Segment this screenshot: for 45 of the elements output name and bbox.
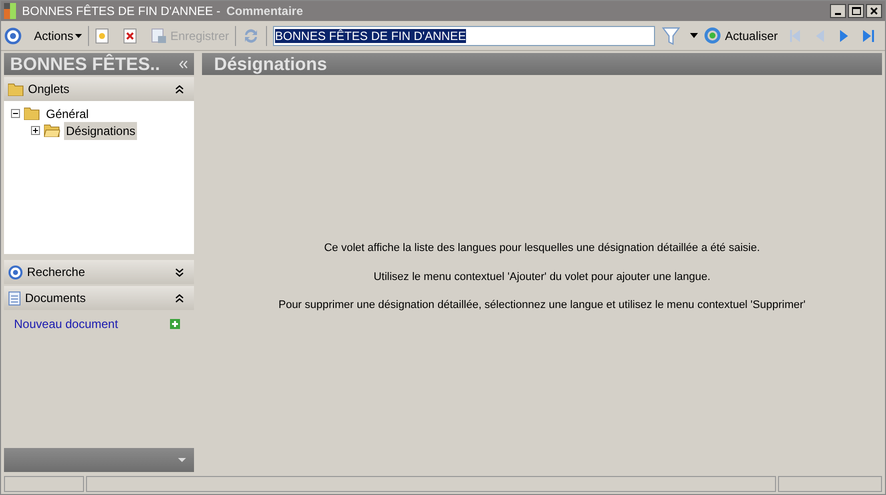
folder-icon	[8, 82, 24, 96]
maximize-button[interactable]	[848, 4, 864, 18]
target-icon[interactable]	[4, 26, 22, 44]
add-icon[interactable]	[170, 319, 180, 329]
window-title: BONNES FÊTES DE FIN D'ANNEE -	[22, 3, 220, 20]
section-header[interactable]: Recherche	[4, 260, 194, 284]
info-text: Ce volet affiche la liste des langues pour lesquelles une désignation détaillée a été saisie.	[324, 241, 760, 256]
filter-icon[interactable]	[662, 26, 680, 46]
collapse-toggle[interactable]	[11, 109, 20, 118]
refresh-button[interactable]: Actualiser	[704, 26, 778, 44]
folder-icon	[24, 107, 40, 120]
new-document-link[interactable]: Nouveau document	[14, 315, 118, 333]
info-text: Utilisez le menu contextuel 'Ajouter' du volet pour ajouter une langue.	[374, 270, 710, 284]
collapse-icon[interactable]	[175, 294, 184, 302]
sidebar-title: BONNES FÊTES..	[10, 55, 160, 73]
actions-menu[interactable]: Actions	[34, 26, 82, 44]
target-icon	[8, 264, 23, 280]
info-text: Pour supprimer une désignation détaillée, sélectionnez une langue et utilisez le menu contextuel 'Supprimer'	[278, 298, 806, 313]
panel-title: Désignations	[214, 55, 328, 73]
window-subtitle: Commentaire	[226, 3, 304, 20]
caret-icon	[75, 34, 82, 38]
close-icon	[870, 7, 878, 15]
close-button[interactable]	[866, 4, 882, 18]
expand-icon[interactable]	[175, 268, 184, 276]
section-title: Documents	[25, 290, 86, 307]
document-icon	[8, 290, 21, 306]
collapse-icon[interactable]	[175, 84, 184, 94]
section-header[interactable]: Onglets	[4, 77, 194, 101]
delete-icon[interactable]	[123, 28, 138, 44]
collapse-pane-icon[interactable]	[179, 60, 188, 68]
expand-toggle[interactable]	[31, 126, 40, 135]
refresh-icon	[704, 27, 722, 44]
section-title: Recherche	[27, 264, 86, 281]
save-icon	[151, 28, 168, 44]
new-document-icon[interactable]	[95, 28, 110, 44]
tree-item[interactable]: Général	[44, 104, 91, 122]
section-title: Onglets	[28, 81, 70, 98]
tree-item[interactable]: Désignations	[64, 122, 138, 140]
plus-icon	[32, 127, 39, 134]
minus-icon	[12, 110, 19, 117]
folder-icon	[44, 124, 60, 137]
minimize-button[interactable]	[830, 4, 846, 18]
search-field[interactable]: BONNES FÊTES DE FIN D'ANNEE	[273, 26, 656, 46]
section-header[interactable]: Documents	[4, 286, 194, 310]
caret-icon[interactable]	[690, 33, 698, 38]
